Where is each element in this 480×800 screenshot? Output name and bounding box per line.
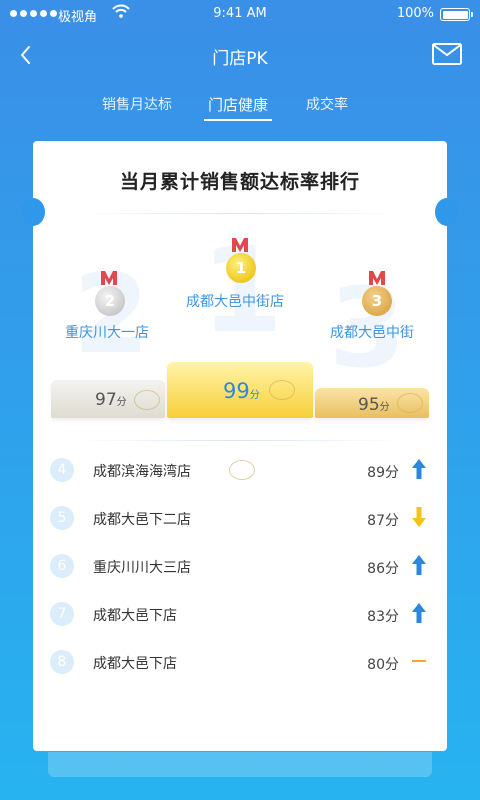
ribbon-icon <box>369 271 385 285</box>
status-bar: 极视角 9:41 AM 100% <box>0 0 480 28</box>
silver-medal-icon: 2 <box>95 286 125 316</box>
card-heading: 当月累计销售额达标率排行 <box>119 171 360 193</box>
first-score: 99 <box>223 379 250 403</box>
store-score: 87分 <box>367 513 399 529</box>
store-name: 成都大邑下二店 <box>93 512 191 528</box>
stamp-icon <box>229 460 255 480</box>
trend-up-icon <box>412 459 426 479</box>
battery-percent: 100% <box>396 6 434 21</box>
podium-second: 97分 <box>51 380 165 418</box>
store-score: 80分 <box>367 657 399 673</box>
stamp-icon <box>397 393 423 413</box>
card-shadow-base <box>48 752 432 777</box>
ribbon-icon <box>232 238 248 252</box>
bronze-medal-icon: 3 <box>362 286 392 316</box>
podium-third: 95分 <box>315 388 429 418</box>
tab-sales-target[interactable]: 销售月达标 <box>98 92 176 116</box>
store-score: 89分 <box>367 465 399 481</box>
rank-badge: 5 <box>50 506 74 530</box>
trend-down-icon <box>412 507 426 527</box>
store-name: 成都大邑下店 <box>93 608 177 624</box>
store-name: 重庆川川大三店 <box>93 560 191 576</box>
ribbon-icon <box>101 271 117 285</box>
trend-up-icon <box>412 555 426 575</box>
list-item[interactable]: 4 成都滨海海湾店 89分 <box>33 452 447 492</box>
store-score: 86分 <box>367 561 399 577</box>
mail-icon[interactable] <box>432 43 462 65</box>
list-item[interactable]: 5 成都大邑下二店 87分 <box>33 500 447 540</box>
list-item[interactable]: 6 重庆川川大三店 86分 <box>33 548 447 588</box>
ranking-card: 当月累计销售额达标率排行 2 1 3 1 成都大邑中街店 2 重庆川大一店 3 … <box>21 141 459 751</box>
rank-badge: 8 <box>50 650 74 674</box>
podium-first: 99分 <box>167 362 313 418</box>
store-name: 成都滨海海湾店 <box>93 464 191 480</box>
rank-badge: 7 <box>50 602 74 626</box>
tab-store-health[interactable]: 门店健康 <box>204 92 273 121</box>
tab-conversion-rate[interactable]: 成交率 <box>302 92 352 116</box>
page-title: 门店PK <box>212 49 268 69</box>
trend-up-icon <box>412 603 426 623</box>
store-score: 83分 <box>367 609 399 625</box>
list-item[interactable]: 8 成都大邑下店 80分 <box>33 644 447 684</box>
rank-badge: 4 <box>50 458 74 482</box>
third-place-name: 成都大邑中街 <box>330 325 414 341</box>
second-place-name: 重庆川大一店 <box>65 325 149 341</box>
gold-medal-icon: 1 <box>226 253 256 283</box>
trend-flat-icon <box>412 660 426 662</box>
second-score: 97 <box>95 390 117 410</box>
divider <box>73 213 407 214</box>
segment-tabs: 销售月达标 门店健康 成交率 <box>0 92 480 122</box>
list-item[interactable]: 7 成都大邑下店 83分 <box>33 596 447 636</box>
nav-bar: 门店PK <box>0 38 480 72</box>
divider <box>73 440 407 441</box>
rank-badge: 6 <box>50 554 74 578</box>
third-score: 95 <box>358 395 380 415</box>
stamp-icon <box>269 380 295 400</box>
battery-icon <box>440 8 473 21</box>
first-place-name: 成都大邑中街店 <box>186 294 284 310</box>
store-name: 成都大邑下店 <box>93 656 177 672</box>
stamp-icon <box>134 390 160 410</box>
